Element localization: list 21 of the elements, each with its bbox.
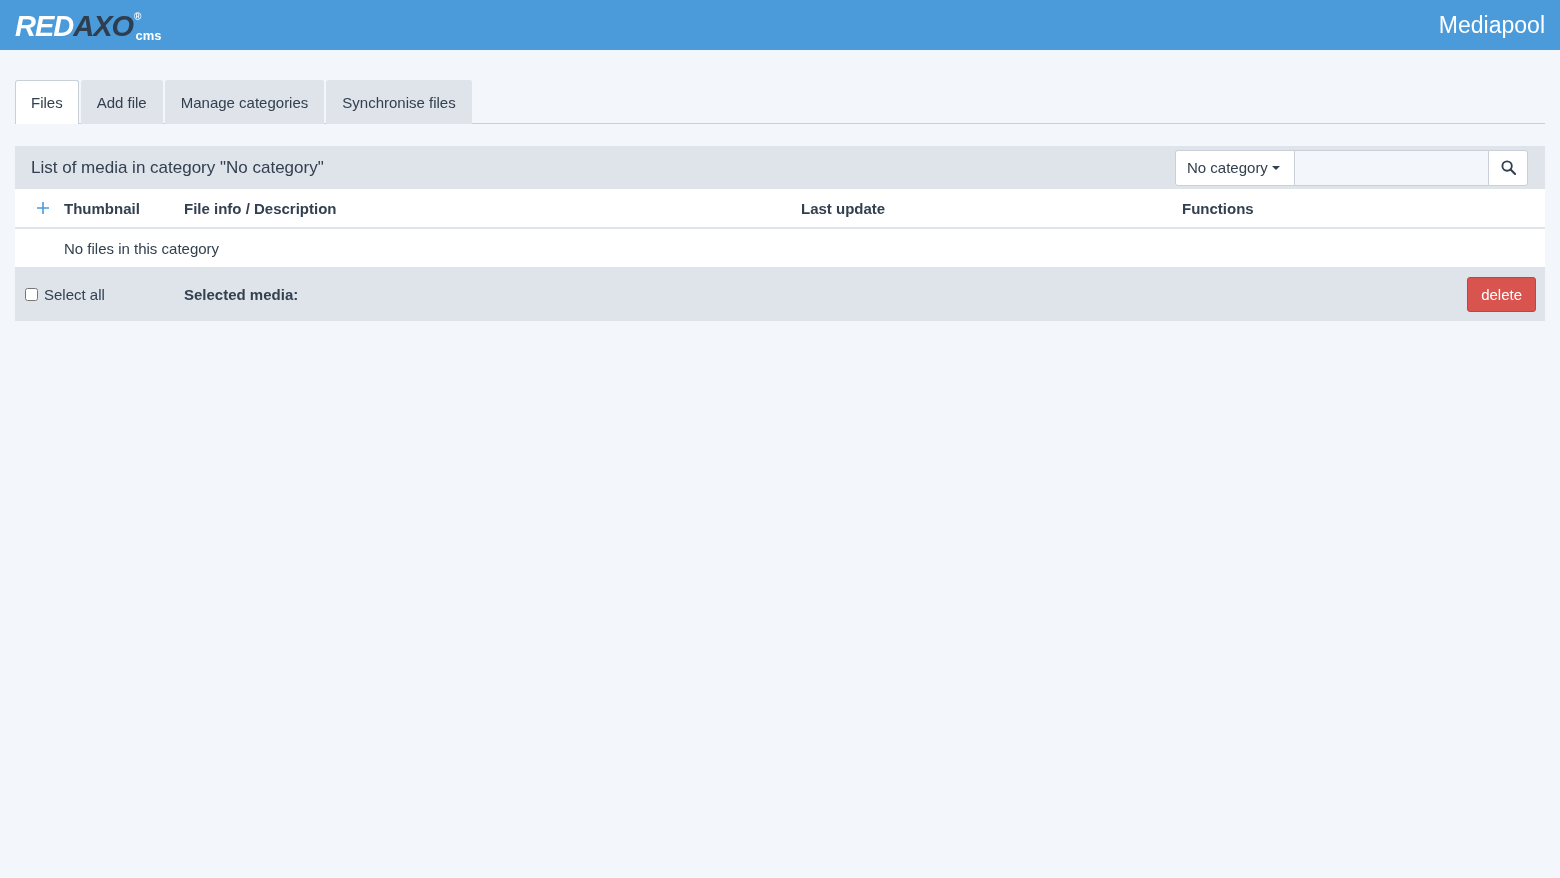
delete-button[interactable]: delete — [1467, 276, 1536, 312]
search-icon — [1500, 160, 1516, 175]
page-title: Mediapool — [1438, 11, 1545, 39]
search-button[interactable] — [1488, 149, 1528, 186]
search-field[interactable] — [1295, 149, 1488, 186]
column-header: Last update — [801, 199, 887, 217]
column-header: Thumbnail — [64, 199, 141, 217]
tab[interactable]: Files — [15, 80, 79, 124]
selected-media-label: Selected media: — [184, 285, 299, 303]
empty-message: No files in this category — [64, 239, 221, 257]
column-header: File info / Description — [184, 199, 338, 217]
panel-title: List of media in category "No category" — [31, 157, 324, 178]
tab[interactable]: Manage categories — [164, 80, 325, 124]
tab[interactable]: Synchronise files — [326, 80, 472, 124]
column-header: Functions — [1182, 199, 1255, 217]
select-all-checkbox[interactable] — [25, 287, 38, 301]
add-icon[interactable] — [36, 202, 49, 214]
select-all-label: Select all — [44, 285, 105, 303]
caret-icon — [1271, 165, 1280, 170]
category-dropdown[interactable]: No category — [1175, 149, 1295, 186]
tab[interactable]: Add file — [80, 80, 163, 124]
